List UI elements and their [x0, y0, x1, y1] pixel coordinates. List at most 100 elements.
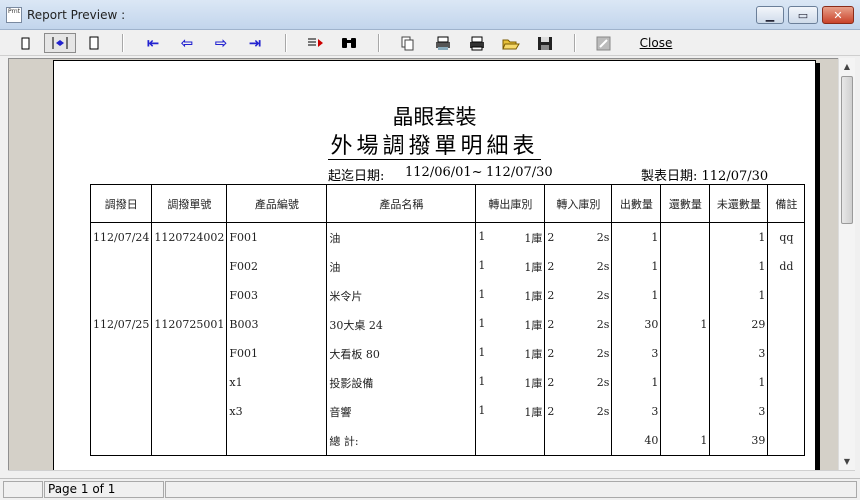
- printer-setup-button[interactable]: [431, 33, 455, 53]
- report-title-text: 外場調撥單明細表: [328, 134, 541, 160]
- last-page-button[interactable]: ⇥: [243, 33, 267, 53]
- print-button[interactable]: [465, 33, 489, 53]
- cell-product-name: 米令片: [326, 281, 477, 310]
- warehouse-name: 2s: [596, 347, 610, 360]
- window-title: Report Preview :: [27, 8, 126, 22]
- previous-page-button[interactable]: ⇦: [175, 33, 199, 53]
- warehouse-code: 2: [547, 231, 555, 244]
- column-header: 產品編號: [226, 184, 328, 223]
- toolbar-separator: [122, 34, 124, 52]
- warehouse-name: 1庫: [524, 289, 543, 303]
- preview-area[interactable]: 晶眼套裝 外場調撥單明細表 起迄日期: 112/06/01~ 112/07/30…: [8, 58, 838, 470]
- warehouse-code: 1: [478, 316, 486, 330]
- cell-warehouse-in: 2 2s: [544, 222, 613, 252]
- chevron-up-icon: ▲: [843, 62, 851, 71]
- column-header: 轉出庫別: [475, 184, 546, 223]
- single-page-view-button[interactable]: [16, 33, 36, 53]
- warehouse-name: 1庫: [524, 318, 543, 332]
- scroll-thumb[interactable]: [841, 76, 853, 224]
- cell-unreturned-qty: 29: [709, 310, 769, 339]
- table-row: F001 大看板 80 1 1庫 2 2s 3 3: [89, 339, 806, 368]
- scroll-down-button[interactable]: ▼: [839, 453, 855, 470]
- total-return-qty: 1: [660, 426, 711, 456]
- warehouse-name: 2s: [596, 405, 610, 418]
- table-row: x1 投影設備 1 1庫 2 2s 1 1: [89, 368, 806, 397]
- cell-out-qty: 1: [611, 222, 662, 252]
- first-page-icon: ⇤: [146, 34, 160, 52]
- scroll-up-button[interactable]: ▲: [839, 58, 855, 75]
- cell-unreturned-qty: 1: [709, 368, 769, 397]
- close-button-label: Close: [639, 36, 673, 50]
- warehouse-name: 2s: [596, 260, 610, 273]
- cell-warehouse-in: 2 2s: [544, 252, 613, 281]
- status-cell-empty: [3, 481, 43, 498]
- warehouse-name: 2s: [596, 231, 610, 244]
- warehouse-code: 2: [547, 318, 555, 331]
- warehouse-pair: 1 1庫: [478, 230, 542, 246]
- warehouse-pair: 2 2s: [547, 405, 609, 418]
- cell-note: dd: [767, 252, 806, 281]
- status-bar: Page 1 of 1: [0, 478, 860, 500]
- floppy-disk-icon: [538, 36, 552, 50]
- cell-product-code: F002: [226, 252, 328, 281]
- go-to-page-button[interactable]: [303, 33, 327, 53]
- cell-warehouse-out: 1 1庫: [475, 310, 546, 339]
- vertical-scrollbar[interactable]: ▲ ▼: [838, 58, 855, 470]
- page-shadow: [816, 63, 820, 470]
- cell-doc-no: [151, 397, 228, 426]
- column-header: 未還數量: [709, 184, 769, 223]
- column-header: 備註: [767, 184, 806, 223]
- warehouse-code: 1: [478, 374, 486, 388]
- cell-product-code: x1: [226, 368, 328, 397]
- cell-return-qty: [660, 281, 711, 310]
- date-to: 112/07/30: [486, 165, 553, 180]
- warehouse-code: 2: [547, 260, 555, 273]
- minimize-button[interactable]: ▁: [756, 6, 784, 24]
- cell-empty: [89, 426, 153, 456]
- cell-warehouse-in: 2 2s: [544, 339, 613, 368]
- chevron-down-icon: ▼: [843, 457, 851, 466]
- cell-return-qty: [660, 368, 711, 397]
- save-button[interactable]: [533, 33, 557, 53]
- table-row: F002 油 1 1庫 2 2s 1 1 dd: [89, 252, 806, 281]
- maximize-button[interactable]: ▭: [788, 6, 818, 24]
- copy-icon: [401, 36, 414, 50]
- warehouse-pair: 1 1庫: [478, 375, 542, 391]
- cell-doc-no: 1120724002: [151, 222, 228, 252]
- warehouse-code: 2: [547, 347, 555, 360]
- cell-out-qty: 1: [611, 368, 662, 397]
- warehouse-pair: 1 1庫: [478, 404, 542, 420]
- cell-product-code: B003: [226, 310, 328, 339]
- warehouse-name: 2s: [596, 318, 610, 331]
- toolbar-separator: [378, 34, 380, 52]
- cell-note: [767, 310, 806, 339]
- two-page-view-button[interactable]: [84, 33, 104, 53]
- total-unreturned-qty: 39: [709, 426, 769, 456]
- copy-button[interactable]: [397, 33, 419, 53]
- blank-page-icon: [89, 36, 99, 50]
- cell-note: [767, 339, 806, 368]
- window-close-button[interactable]: ✕: [822, 6, 854, 24]
- goto-page-icon: [308, 38, 323, 47]
- open-button[interactable]: [499, 33, 523, 53]
- cell-product-name: 油: [326, 222, 477, 252]
- warehouse-pair: 2 2s: [547, 260, 609, 273]
- page-width-view-button[interactable]: [44, 33, 76, 53]
- table-header-row: 調撥日 調撥單號 產品編號 產品名稱 轉出庫別 轉入庫別 出數量 還數量 未還數…: [89, 184, 806, 223]
- close-button[interactable]: Close: [636, 33, 676, 53]
- cell-note: [767, 397, 806, 426]
- warehouse-name: 1庫: [524, 231, 543, 245]
- cell-warehouse-out: 1 1庫: [475, 222, 546, 252]
- column-header: 出數量: [611, 184, 662, 223]
- options-button[interactable]: [593, 33, 615, 53]
- column-header: 調撥單號: [151, 184, 228, 223]
- printer-setup-icon: [436, 36, 450, 50]
- first-page-button[interactable]: ⇤: [141, 33, 165, 53]
- cell-out-qty: 1: [611, 252, 662, 281]
- date-range-label: 起迄日期:: [328, 169, 385, 184]
- warehouse-pair: 2 2s: [547, 347, 609, 360]
- warehouse-name: 1庫: [524, 347, 543, 361]
- search-button[interactable]: [337, 33, 361, 53]
- next-page-button[interactable]: ⇨: [209, 33, 233, 53]
- cell-empty: [544, 426, 613, 456]
